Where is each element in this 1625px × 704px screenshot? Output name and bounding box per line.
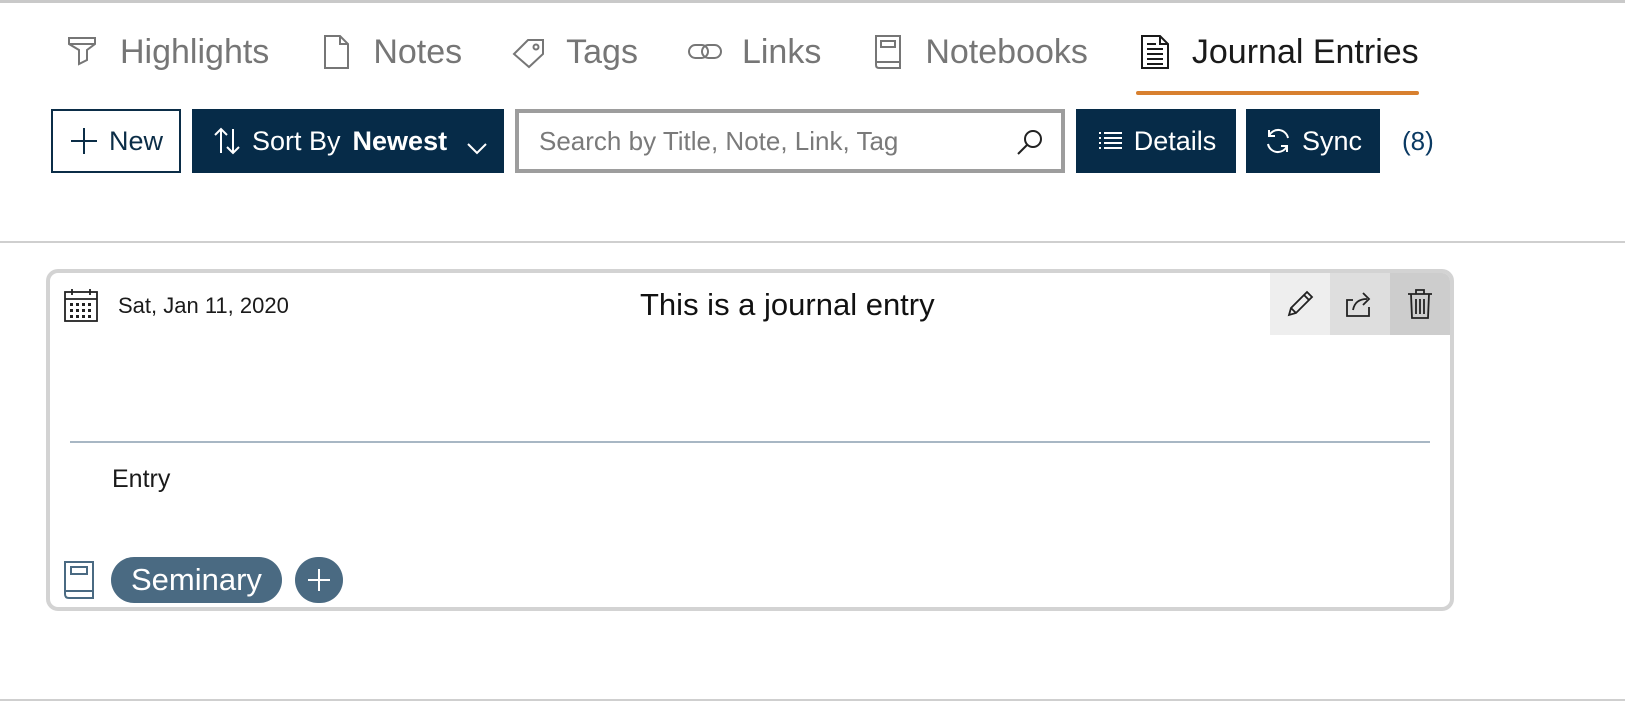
tab-links[interactable]: Links	[686, 24, 821, 80]
edit-button[interactable]	[1270, 273, 1330, 335]
list-icon	[1098, 132, 1122, 149]
search-input[interactable]	[519, 113, 999, 169]
share-icon	[1346, 292, 1371, 317]
link-icon	[686, 33, 724, 71]
new-button-label: New	[108, 125, 163, 156]
note-page-icon	[317, 33, 355, 71]
entry-divider	[70, 441, 1430, 443]
share-button[interactable]	[1330, 273, 1390, 335]
tab-highlights[interactable]: Highlights	[64, 24, 269, 80]
section-divider	[0, 241, 1625, 243]
chevron-down-icon	[467, 143, 487, 155]
details-button[interactable]: Details	[1076, 109, 1236, 173]
entry-actions	[1270, 273, 1450, 335]
tab-notes-label: Notes	[373, 33, 463, 71]
new-button[interactable]: New	[51, 109, 181, 173]
tab-notebooks[interactable]: Notebooks	[869, 24, 1088, 80]
notebook-tag-label: Seminary	[131, 562, 262, 597]
top-border	[0, 0, 1625, 3]
edit-icon	[1287, 290, 1314, 317]
tag-icon	[510, 33, 548, 71]
tab-journal-entries[interactable]: Journal Entries	[1135, 24, 1419, 95]
notebook-tag-chip[interactable]: Seminary	[111, 557, 282, 603]
tab-tags[interactable]: Tags	[510, 24, 638, 80]
sort-arrows-icon	[214, 127, 240, 155]
entry-count: (8)	[1402, 125, 1434, 156]
tab-journal-entries-label: Journal Entries	[1191, 33, 1419, 71]
entry-date: Sat, Jan 11, 2020	[118, 293, 289, 318]
tab-notes[interactable]: Notes	[317, 24, 462, 80]
entry-title: This is a journal entry	[640, 287, 935, 322]
search-icon[interactable]	[1015, 127, 1045, 157]
entry-body: Entry	[112, 465, 171, 493]
tab-links-label: Links	[741, 33, 822, 71]
tab-tags-label: Tags	[566, 33, 638, 71]
journal-document-icon	[1136, 33, 1174, 71]
journal-entry-card: Sat, Jan 11, 2020 This is a journal entr…	[46, 269, 1454, 611]
notebook-icon	[64, 561, 94, 599]
details-button-label: Details	[1133, 125, 1217, 156]
sync-icon	[1267, 128, 1289, 154]
add-notebook-button[interactable]	[295, 557, 343, 603]
sync-button[interactable]: Sync	[1246, 109, 1380, 173]
sync-button-label: Sync	[1301, 125, 1363, 156]
plus-icon	[70, 128, 97, 154]
sort-label: Sort By	[252, 125, 341, 156]
tab-bar: Highlights Notes Tags Links Notebooks Jo…	[64, 24, 1467, 96]
calendar-icon	[64, 289, 98, 322]
delete-icon	[1408, 289, 1432, 319]
plus-icon	[308, 569, 330, 591]
bottom-border	[0, 699, 1625, 701]
delete-button[interactable]	[1390, 273, 1450, 335]
notebook-icon	[869, 33, 907, 71]
toolbar: New Sort By Newest Details Sync (8)	[51, 109, 1434, 173]
sort-dropdown[interactable]: Sort By Newest	[192, 109, 504, 173]
sort-value: Newest	[352, 125, 448, 156]
highlighter-icon	[64, 33, 102, 71]
tab-highlights-label: Highlights	[120, 33, 270, 71]
tab-notebooks-label: Notebooks	[925, 33, 1088, 71]
search-box	[515, 109, 1065, 173]
